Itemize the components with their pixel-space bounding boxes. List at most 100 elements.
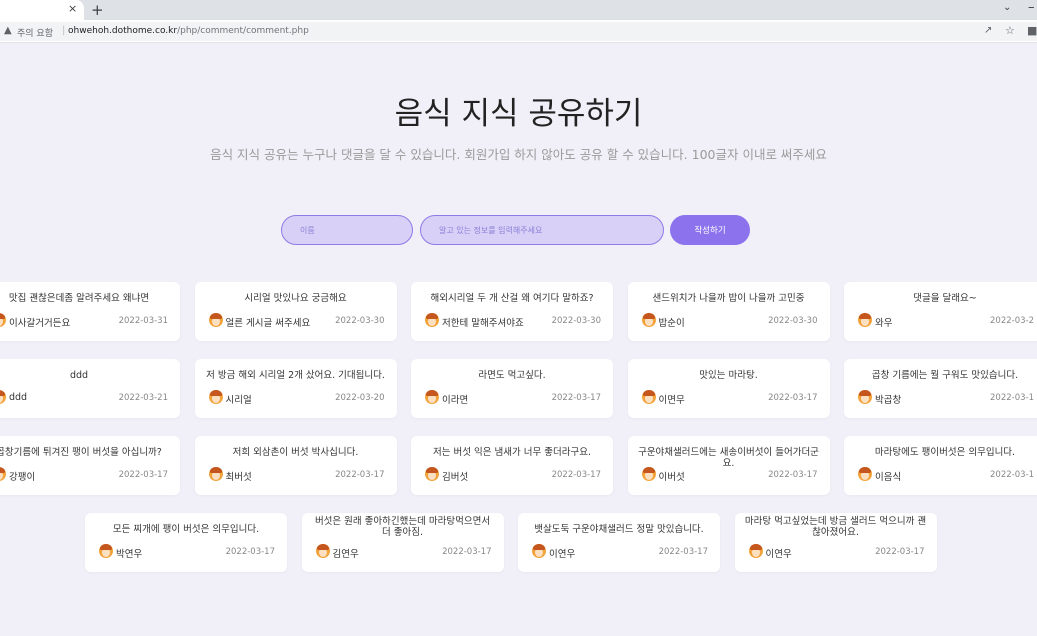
comment-card: 구운야채샐러드에는 새송이버섯이 들어가더군요. 이버섯 2022-03-17 <box>627 436 830 495</box>
comment-date: 2022-03-17 <box>551 470 601 480</box>
tab-close-icon[interactable]: × <box>68 2 77 15</box>
avatar-icon <box>641 467 656 481</box>
comment-author: 이연우 <box>765 549 792 560</box>
avatar-hair <box>0 390 5 396</box>
browser-tab-strip: × + ⌄ – <box>0 0 1037 20</box>
comment-card: 시리얼 맛있나요 궁금해요 얼른 게시글 써주세요 2022-03-30 <box>194 282 397 341</box>
comment-date: 2022-03-30 <box>551 316 601 326</box>
avatar-icon <box>315 544 330 558</box>
comment-text: 시리얼 맛있나요 궁금해요 <box>244 293 347 304</box>
comment-date: 2022-03-17 <box>875 547 925 557</box>
comment-author: 와우 <box>875 318 893 329</box>
avatar-hair <box>316 544 329 550</box>
comment-date: 2022-03-30 <box>768 316 818 326</box>
avatar-icon <box>425 390 439 404</box>
comment-card: 맛있는 마라탕. 이면무 2022-03-17 <box>627 359 830 418</box>
page-title: 음식 지식 공유하기 <box>394 96 643 132</box>
avatar-hair <box>859 390 871 396</box>
info-input[interactable] <box>420 215 664 245</box>
comment-author: 김버섯 <box>442 472 469 483</box>
comment-text: 라면도 먹고싶다. <box>478 370 546 381</box>
page-subtitle: 음식 지식 공유는 누구나 댓글을 달 수 있습니다. 회원가입 하지 않아도 … <box>210 147 827 162</box>
comment-date: 2022-03-1 <box>990 470 1034 480</box>
avatar-hair <box>642 313 655 319</box>
warning-icon[interactable]: ▲ <box>4 25 12 36</box>
comment-card: 댓글을 달래요~ 와우 2022-03-2 <box>844 282 1037 341</box>
comment-author: ddd <box>9 392 28 403</box>
comment-card: 저희 외삼촌이 버섯 박사십니다. 최버섯 2022-03-17 <box>194 436 397 495</box>
comment-text: 해외시리얼 두 개 산걸 왜 여기다 말하죠? <box>430 293 594 304</box>
avatar-hair <box>100 544 112 550</box>
comment-date: 2022-03-17 <box>442 547 492 557</box>
comment-author: 박연우 <box>116 549 143 560</box>
comment-text: 곱창기름에 튀겨진 팽이 버섯을 아십니까? <box>0 447 162 458</box>
minimize-icon[interactable]: – <box>1028 0 1035 15</box>
avatar-icon <box>99 544 113 558</box>
comment-text: 모든 찌개에 팽이 버섯은 의무입니다. <box>112 524 260 535</box>
submit-button[interactable]: 작성하기 <box>670 215 750 245</box>
avatar-icon <box>858 467 872 481</box>
avatar-hair <box>0 467 5 473</box>
extensions-icon[interactable]: ■ <box>1027 24 1037 37</box>
avatar-icon <box>208 313 223 327</box>
comment-date: 2022-03-1 <box>990 393 1034 403</box>
comment-text: 마라탕 먹고싶었는데 방금 샐러드 먹으니까 괜찮아졌어요. <box>744 516 927 538</box>
comment-card: ddd ddd 2022-03-21 <box>0 359 180 418</box>
comment-author: 이라면 <box>442 395 469 406</box>
comment-card: 마라탕에도 팽이버섯은 의무입니다. 이음식 2022-03-1 <box>844 436 1037 495</box>
avatar-hair <box>0 313 5 319</box>
comment-author: 이면무 <box>658 395 685 406</box>
new-tab-icon[interactable]: + <box>91 0 104 20</box>
avatar-hair <box>426 390 438 396</box>
comment-author: 시리얼 <box>225 395 252 406</box>
comment-author: 박곱창 <box>875 395 902 406</box>
comment-author: 저한테 말해주셔야죠 <box>442 318 524 329</box>
omnibox[interactable]: ▲ 주의 요함 | ohwehoh.dothome.co.kr/php/comm… <box>0 22 1037 41</box>
comment-text: 저희 외삼촌이 버섯 박사십니다. <box>232 447 359 458</box>
name-input[interactable] <box>281 215 413 245</box>
avatar-hair <box>859 467 871 473</box>
avatar-icon <box>0 390 6 404</box>
comment-text: 버섯은 원래 좋아하긴했는데 마라탕먹으면서 더 좋아짐. <box>314 516 491 538</box>
avatar-hair <box>209 467 222 473</box>
bookmark-star-icon[interactable]: ☆ <box>1005 24 1015 37</box>
security-warning-label[interactable]: 주의 요함 <box>17 26 53 39</box>
browser-tab[interactable]: × <box>0 0 84 20</box>
comment-author: 이연우 <box>549 549 576 560</box>
url-separator: | <box>62 25 66 36</box>
avatar-icon <box>532 544 546 558</box>
comment-card: 곱창 기름에는 뭘 구워도 맛있습니다. 박곱창 2022-03-1 <box>844 359 1037 418</box>
comment-text: 저는 버섯 익은 냄새가 너무 좋더라구요. <box>433 447 591 458</box>
avatar-icon <box>425 467 439 481</box>
url-path: /php/comment/comment.php <box>177 26 309 36</box>
comment-date: 2022-03-17 <box>118 470 168 480</box>
comment-card: 저 방금 해외 시리얼 2개 샀어요. 기대됩니다. 시리얼 2022-03-20 <box>194 359 397 418</box>
avatar-hair <box>533 544 545 550</box>
address-bar: ▲ 주의 요함 | ohwehoh.dothome.co.kr/php/comm… <box>0 20 1037 43</box>
comment-card: 라면도 먹고싶다. 이라면 2022-03-17 <box>411 359 613 418</box>
chevron-down-icon[interactable]: ⌄ <box>1003 2 1011 13</box>
comment-card: 곱창기름에 튀겨진 팽이 버섯을 아십니까? 강팽이 2022-03-17 <box>0 436 180 495</box>
comment-text: 맛집 괜찮은데좀 알려주세요 왜냐면 <box>8 293 150 304</box>
share-icon[interactable]: ↗ <box>984 25 992 36</box>
comment-date: 2022-03-31 <box>118 316 168 326</box>
comment-text: 구운야채샐러드에는 새송이버섯이 들어가더군요. <box>638 447 819 469</box>
comment-text: 곱창 기름에는 뭘 구워도 맛있습니다. <box>871 370 1019 381</box>
url-text[interactable]: ohwehoh.dothome.co.kr/php/comment/commen… <box>68 26 309 36</box>
comment-date: 2022-03-17 <box>335 470 385 480</box>
comment-card: 뱃살도둑 구운야채샐러드 정말 맛있습니다. 이연우 2022-03-17 <box>518 513 720 572</box>
avatar-hair <box>749 544 762 550</box>
avatar-hair <box>859 313 871 319</box>
avatar-icon <box>748 544 763 558</box>
avatar-icon <box>641 390 656 404</box>
comment-text: 맛있는 마라탕. <box>699 370 758 381</box>
comment-date: 2022-03-2 <box>990 316 1034 326</box>
comment-text: ddd <box>69 370 89 381</box>
comment-author: 강팽이 <box>9 472 36 483</box>
url-host: ohwehoh.dothome.co.kr <box>68 26 178 36</box>
avatar-icon <box>0 467 6 481</box>
comment-text: 마라탕에도 팽이버섯은 의무입니다. <box>874 447 1016 458</box>
avatar-hair <box>426 313 438 319</box>
comment-date: 2022-03-30 <box>335 316 385 326</box>
comment-card: 해외시리얼 두 개 산걸 왜 여기다 말하죠? 저한테 말해주셔야죠 2022-03… <box>411 282 613 341</box>
